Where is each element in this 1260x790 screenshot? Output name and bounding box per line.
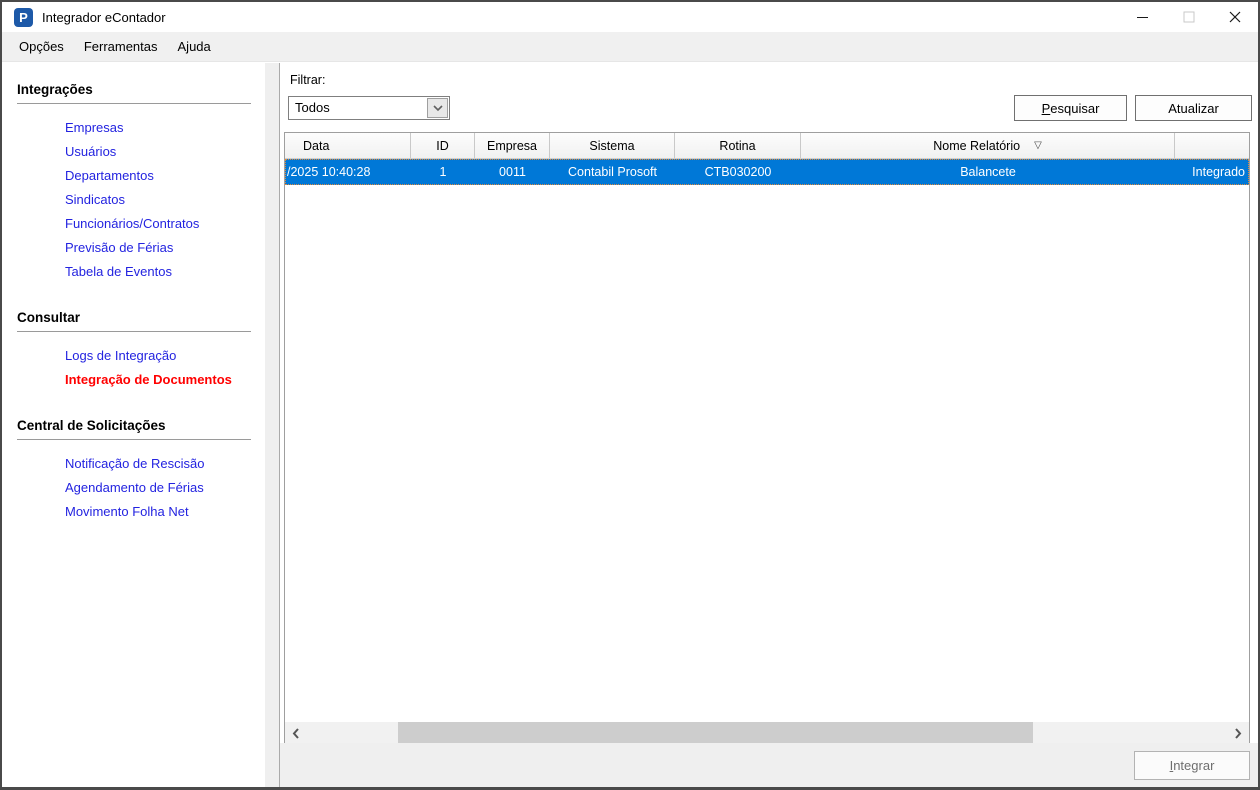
cell-nome-relatorio: Balancete	[960, 165, 1016, 179]
table-header: Data ID Empresa Sistema Rotina Nome Relatório…	[285, 133, 1249, 159]
footer-bar: Integrar	[280, 743, 1258, 787]
column-header-rotina[interactable]: Rotina	[675, 133, 801, 158]
section-links-integracoes: Empresas Usuários Departamentos Sindicatos F…	[2, 116, 265, 284]
sidebar-item-agendamento-de-ferias[interactable]: Agendamento de Férias	[65, 476, 265, 500]
column-header-id[interactable]: ID	[411, 133, 475, 158]
column-header-empresa[interactable]: Empresa	[475, 133, 550, 158]
main-panel: Filtrar: Todos Pesquisar Atualizar Data I…	[279, 63, 1258, 787]
window-body: Integrações Empresas Usuários Departamentos…	[2, 63, 1258, 787]
minimize-button[interactable]	[1120, 2, 1166, 32]
chevron-down-icon	[432, 104, 443, 111]
cell-status: Integrado	[1192, 165, 1245, 179]
maximize-button	[1166, 2, 1212, 32]
menu-ajuda[interactable]: Ajuda	[168, 32, 221, 61]
cell-id: 1	[439, 165, 447, 179]
window-title: Integrador eContador	[42, 9, 166, 25]
column-header-data[interactable]: Data	[285, 133, 411, 158]
refresh-button[interactable]: Atualizar	[1135, 95, 1252, 121]
menu-opcoes[interactable]: Opções	[9, 32, 74, 61]
section-links-central-de-solicitacoes: Notificação de Rescisão Agendamento de Fé…	[2, 452, 265, 524]
sidebar-item-tabela-de-eventos[interactable]: Tabela de Eventos	[65, 260, 265, 284]
search-button[interactable]: Pesquisar	[1014, 95, 1127, 121]
cell-data: /2025 10:40:28	[287, 165, 371, 179]
minimize-icon	[1137, 17, 1148, 18]
section-title-integracoes: Integrações	[17, 82, 251, 104]
column-header-nome-relatorio[interactable]: Nome Relatório ▽	[801, 133, 1175, 158]
close-icon	[1229, 11, 1241, 23]
sidebar-item-empresas[interactable]: Empresas	[65, 116, 265, 140]
column-header-sistema[interactable]: Sistema	[550, 133, 675, 158]
menu-bar: Opções Ferramentas Ajuda	[2, 32, 1258, 62]
sidebar-item-sindicatos[interactable]: Sindicatos	[65, 188, 265, 212]
scroll-right-button[interactable]	[1227, 722, 1249, 744]
menu-ferramentas[interactable]: Ferramentas	[74, 32, 168, 61]
combo-dropdown-button[interactable]	[427, 98, 448, 118]
sidebar-section-integracoes: Integrações Empresas Usuários Departamentos…	[2, 82, 265, 284]
app-logo-icon: P	[14, 7, 33, 27]
sidebar-item-movimento-folha-net[interactable]: Movimento Folha Net	[65, 500, 265, 524]
maximize-icon	[1183, 11, 1195, 23]
cell-empresa: 0011	[499, 165, 526, 179]
documents-table: Data ID Empresa Sistema Rotina Nome Relatório…	[284, 132, 1250, 745]
sidebar-item-logs-de-integracao[interactable]: Logs de Integração	[65, 344, 265, 368]
window-controls	[1120, 2, 1258, 32]
sort-descending-icon: ▽	[1034, 140, 1042, 151]
sidebar-item-notificacao-de-rescisao[interactable]: Notificação de Rescisão	[65, 452, 265, 476]
table-row[interactable]: /2025 10:40:28 1 0011 Contabil Prosoft CTB03…	[285, 159, 1249, 185]
sidebar: Integrações Empresas Usuários Departamentos…	[2, 63, 265, 787]
sidebar-item-funcionarios-contratos[interactable]: Funcionários/Contratos	[65, 212, 265, 236]
scrollbar-thumb[interactable]	[398, 722, 1033, 744]
sidebar-item-departamentos[interactable]: Departamentos	[65, 164, 265, 188]
app-window: P Integrador eContador Opções Ferramentas…	[0, 0, 1260, 790]
close-button[interactable]	[1212, 2, 1258, 32]
filter-select[interactable]: Todos	[288, 96, 450, 120]
sidebar-item-previsao-de-ferias[interactable]: Previsão de Férias	[65, 236, 265, 260]
chevron-right-icon	[1235, 727, 1242, 739]
scroll-left-button[interactable]	[285, 722, 307, 744]
title-bar: P Integrador eContador	[2, 2, 1258, 32]
filter-label: Filtrar:	[290, 73, 326, 87]
section-links-consultar: Logs de Integração Integração de Document…	[2, 344, 265, 392]
column-header-status[interactable]	[1175, 133, 1249, 158]
sidebar-section-consultar: Consultar Logs de Integração Integração de…	[2, 310, 265, 392]
integrate-button[interactable]: Integrar	[1134, 751, 1250, 780]
section-title-consultar: Consultar	[17, 310, 251, 332]
sidebar-item-usuarios[interactable]: Usuários	[65, 140, 265, 164]
chevron-left-icon	[292, 727, 299, 739]
cell-rotina: CTB030200	[704, 165, 772, 179]
cell-sistema: Contabil Prosoft	[568, 165, 657, 179]
horizontal-scrollbar[interactable]	[285, 722, 1249, 744]
section-title-central-de-solicitacoes: Central de Solicitações	[17, 418, 251, 440]
sidebar-item-integracao-de-documentos[interactable]: Integração de Documentos	[65, 368, 265, 392]
sidebar-section-central-de-solicitacoes: Central de Solicitações Notificação de Re…	[2, 418, 265, 524]
filter-selected-value: Todos	[295, 100, 330, 115]
